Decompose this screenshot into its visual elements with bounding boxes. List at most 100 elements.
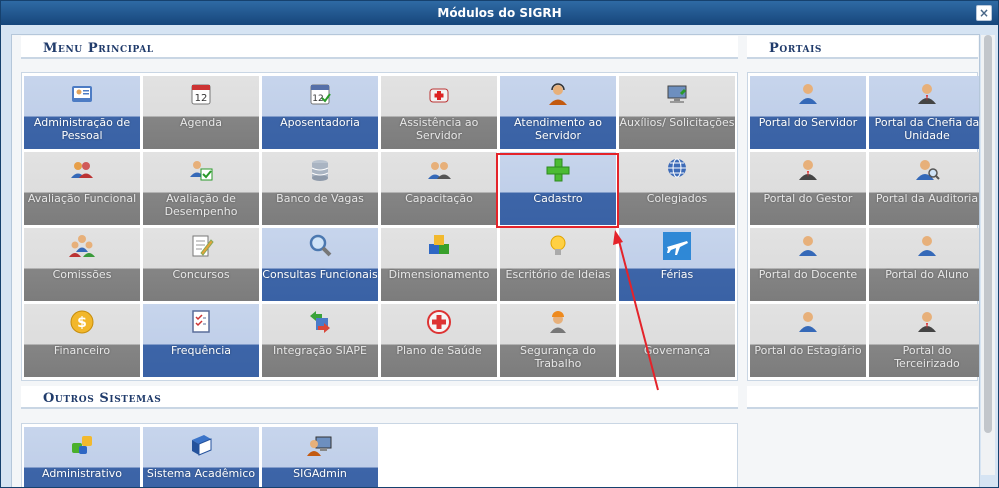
module-tile-concursos[interactable]: Concursos — [143, 228, 259, 301]
highlight-box — [496, 153, 619, 228]
module-tile-portal-do-gestor[interactable]: Portal do Gestor — [750, 152, 866, 225]
user-icon — [918, 236, 936, 256]
module-tile-banco-de-vagas[interactable]: Banco de Vagas — [262, 152, 378, 225]
module-tile-label: Portal do Gestor — [763, 192, 853, 205]
module-tile-label: SIGAdmin — [293, 467, 347, 480]
vertical-scrollbar[interactable] — [981, 35, 995, 475]
module-tile-portal-do-estagiario[interactable]: Portal do Estagiário — [750, 304, 866, 377]
user-icon — [799, 236, 817, 256]
user-tie-icon — [918, 312, 936, 332]
user-search-icon — [916, 160, 940, 180]
module-tile-plano-de-saude[interactable]: Plano de Saúde — [381, 304, 497, 377]
module-tile-escritorio-de-ideias[interactable]: Escritório de Ideias — [500, 228, 616, 301]
outros-sistemas-side-header — [747, 386, 978, 409]
portais-grid: Portal do Servidor Portal da Chefia da Un… — [747, 72, 980, 381]
module-tile-sigadmin[interactable]: SIGAdmin — [262, 427, 378, 487]
module-tile-sistema-academico[interactable]: Sistema Acadêmico — [143, 427, 259, 487]
health-cross-icon — [427, 310, 451, 334]
module-tile-frequencia[interactable]: Frequência — [143, 304, 259, 377]
module-tile-seguranca-do-trabalho[interactable]: Segurança do Trabalho — [500, 304, 616, 377]
module-tile-label: Férias — [660, 268, 694, 281]
globe-icon — [668, 158, 686, 178]
menu-principal-grid: Administração de Pessoal 12 Agenda 12 Aposen… — [21, 72, 738, 381]
user-tie-icon — [918, 84, 936, 104]
calendar-check-icon: 12 — [310, 84, 331, 105]
module-tile-agenda[interactable]: 12 Agenda — [143, 76, 259, 149]
module-tile-label: Capacitação — [405, 192, 473, 205]
module-tile-label: Sistema Acadêmico — [146, 467, 256, 480]
module-tile-colegiados[interactable]: Colegiados — [619, 152, 735, 225]
edit-document-icon — [192, 235, 214, 257]
module-tile-portal-da-auditoria[interactable]: Portal da Auditoria — [869, 152, 979, 225]
user-tie-icon — [799, 160, 817, 180]
module-tile-portal-da-chefia-da-unidade[interactable]: Portal da Chefia da Unidade — [869, 76, 980, 149]
module-tile-portal-do-aluno[interactable]: Portal do Aluno — [869, 228, 979, 301]
module-tile-governanca[interactable]: Governança — [619, 304, 735, 377]
module-tile-label: Dimensionamento — [388, 268, 490, 281]
svg-text:$: $ — [77, 315, 87, 331]
module-tile-portal-do-terceirizado[interactable]: Portal do Terceirizado — [869, 304, 979, 377]
module-tile-label: Consultas Funcionais — [262, 268, 378, 281]
module-tile-label: Financeiro — [53, 344, 111, 357]
module-tile-avaliacao-funcional[interactable]: Avaliação Funcional — [24, 152, 140, 225]
module-tile-label: Portal da Chefia da Unidade — [874, 116, 980, 142]
module-tile-label: Atendimento ao Servidor — [514, 116, 602, 142]
module-tile-auxilios-solicitacoes[interactable]: Auxílios/ Solicitações — [619, 76, 735, 149]
users-icon — [71, 162, 93, 178]
group-icon — [69, 235, 95, 257]
lightbulb-icon — [550, 235, 566, 255]
sigrh-modules-window: Módulos do SIGRH × Menu Principal Admini… — [0, 0, 999, 488]
module-tile-ferias[interactable]: Férias — [619, 228, 735, 301]
module-tile-financeiro[interactable]: $ Financeiro — [24, 304, 140, 377]
module-tile-aposentadoria[interactable]: 12 Aposentadoria — [262, 76, 378, 149]
module-tile-label: Banco de Vagas — [276, 192, 364, 205]
worker-helmet-icon — [550, 311, 566, 333]
module-tile-label: Avaliação de Desempenho — [164, 192, 238, 218]
checklist-icon — [192, 310, 210, 333]
module-tile-administrativo[interactable]: Administrativo — [24, 427, 140, 487]
magnifier-icon — [309, 234, 332, 257]
people-icon — [428, 162, 451, 179]
book-icon — [192, 435, 212, 456]
computer-icon — [667, 85, 687, 103]
module-tile-avaliacao-de-desempenho[interactable]: Avaliação de Desempenho — [143, 152, 259, 225]
airplane-icon — [663, 232, 691, 260]
scrollbar-thumb[interactable] — [984, 35, 992, 433]
database-icon — [311, 160, 329, 181]
module-tile-administracao-de-pessoal[interactable]: Administração de Pessoal — [24, 76, 140, 149]
module-tile-portal-do-docente[interactable]: Portal do Docente — [750, 228, 866, 301]
module-tile-label: Administrativo — [41, 467, 123, 480]
module-tile-label: Portal do Aluno — [885, 268, 969, 281]
module-tile-label: Avaliação Funcional — [27, 192, 137, 205]
sync-arrows-icon — [310, 311, 330, 333]
module-tile-integracao-siape[interactable]: Integração SIAPE — [262, 304, 378, 377]
module-tile-label: Concursos — [172, 268, 230, 281]
module-tile-label: Assistência ao Servidor — [399, 116, 479, 142]
module-tile-label: Integração SIAPE — [273, 344, 367, 357]
module-tile-label: Segurança do Trabalho — [520, 344, 596, 370]
module-tile-label: Plano de Saúde — [396, 344, 482, 357]
admin-computer-icon — [307, 436, 332, 456]
close-button[interactable]: × — [976, 5, 992, 21]
module-tile-label: Portal do Estagiário — [754, 344, 862, 357]
module-tile-dimensionamento[interactable]: Dimensionamento — [381, 228, 497, 301]
module-tile-label: Auxílios/ Solicitações — [619, 116, 735, 129]
module-tile-label: Administração de Pessoal — [33, 116, 131, 142]
module-tile-portal-do-servidor[interactable]: Portal do Servidor — [750, 76, 866, 149]
module-tile-consultas-funcionais[interactable]: Consultas Funcionais — [262, 228, 378, 301]
module-tile-capacitacao[interactable]: Capacitação — [381, 152, 497, 225]
user-icon — [799, 84, 817, 104]
module-tile-label: Governança — [643, 344, 711, 357]
blocks-icon — [429, 235, 449, 254]
module-tile-assistencia-ao-servidor[interactable]: Assistência ao Servidor — [381, 76, 497, 149]
module-tile-label: Escritório de Ideias — [505, 268, 611, 281]
module-tile-label: Agenda — [180, 116, 222, 129]
outros-sistemas-grid: Administrativo Sistema Acadêmico SIGAdmin — [21, 423, 738, 487]
module-tile-atendimento-ao-servidor[interactable]: Atendimento ao Servidor — [500, 76, 616, 149]
menu-principal-heading: Menu Principal — [21, 36, 738, 59]
dollar-coin-icon: $ — [70, 310, 94, 334]
user-icon — [799, 312, 817, 332]
module-tile-label: Portal do Terceirizado — [894, 344, 960, 370]
module-tile-comissoes[interactable]: Comissões — [24, 228, 140, 301]
user-card-icon — [72, 86, 92, 102]
